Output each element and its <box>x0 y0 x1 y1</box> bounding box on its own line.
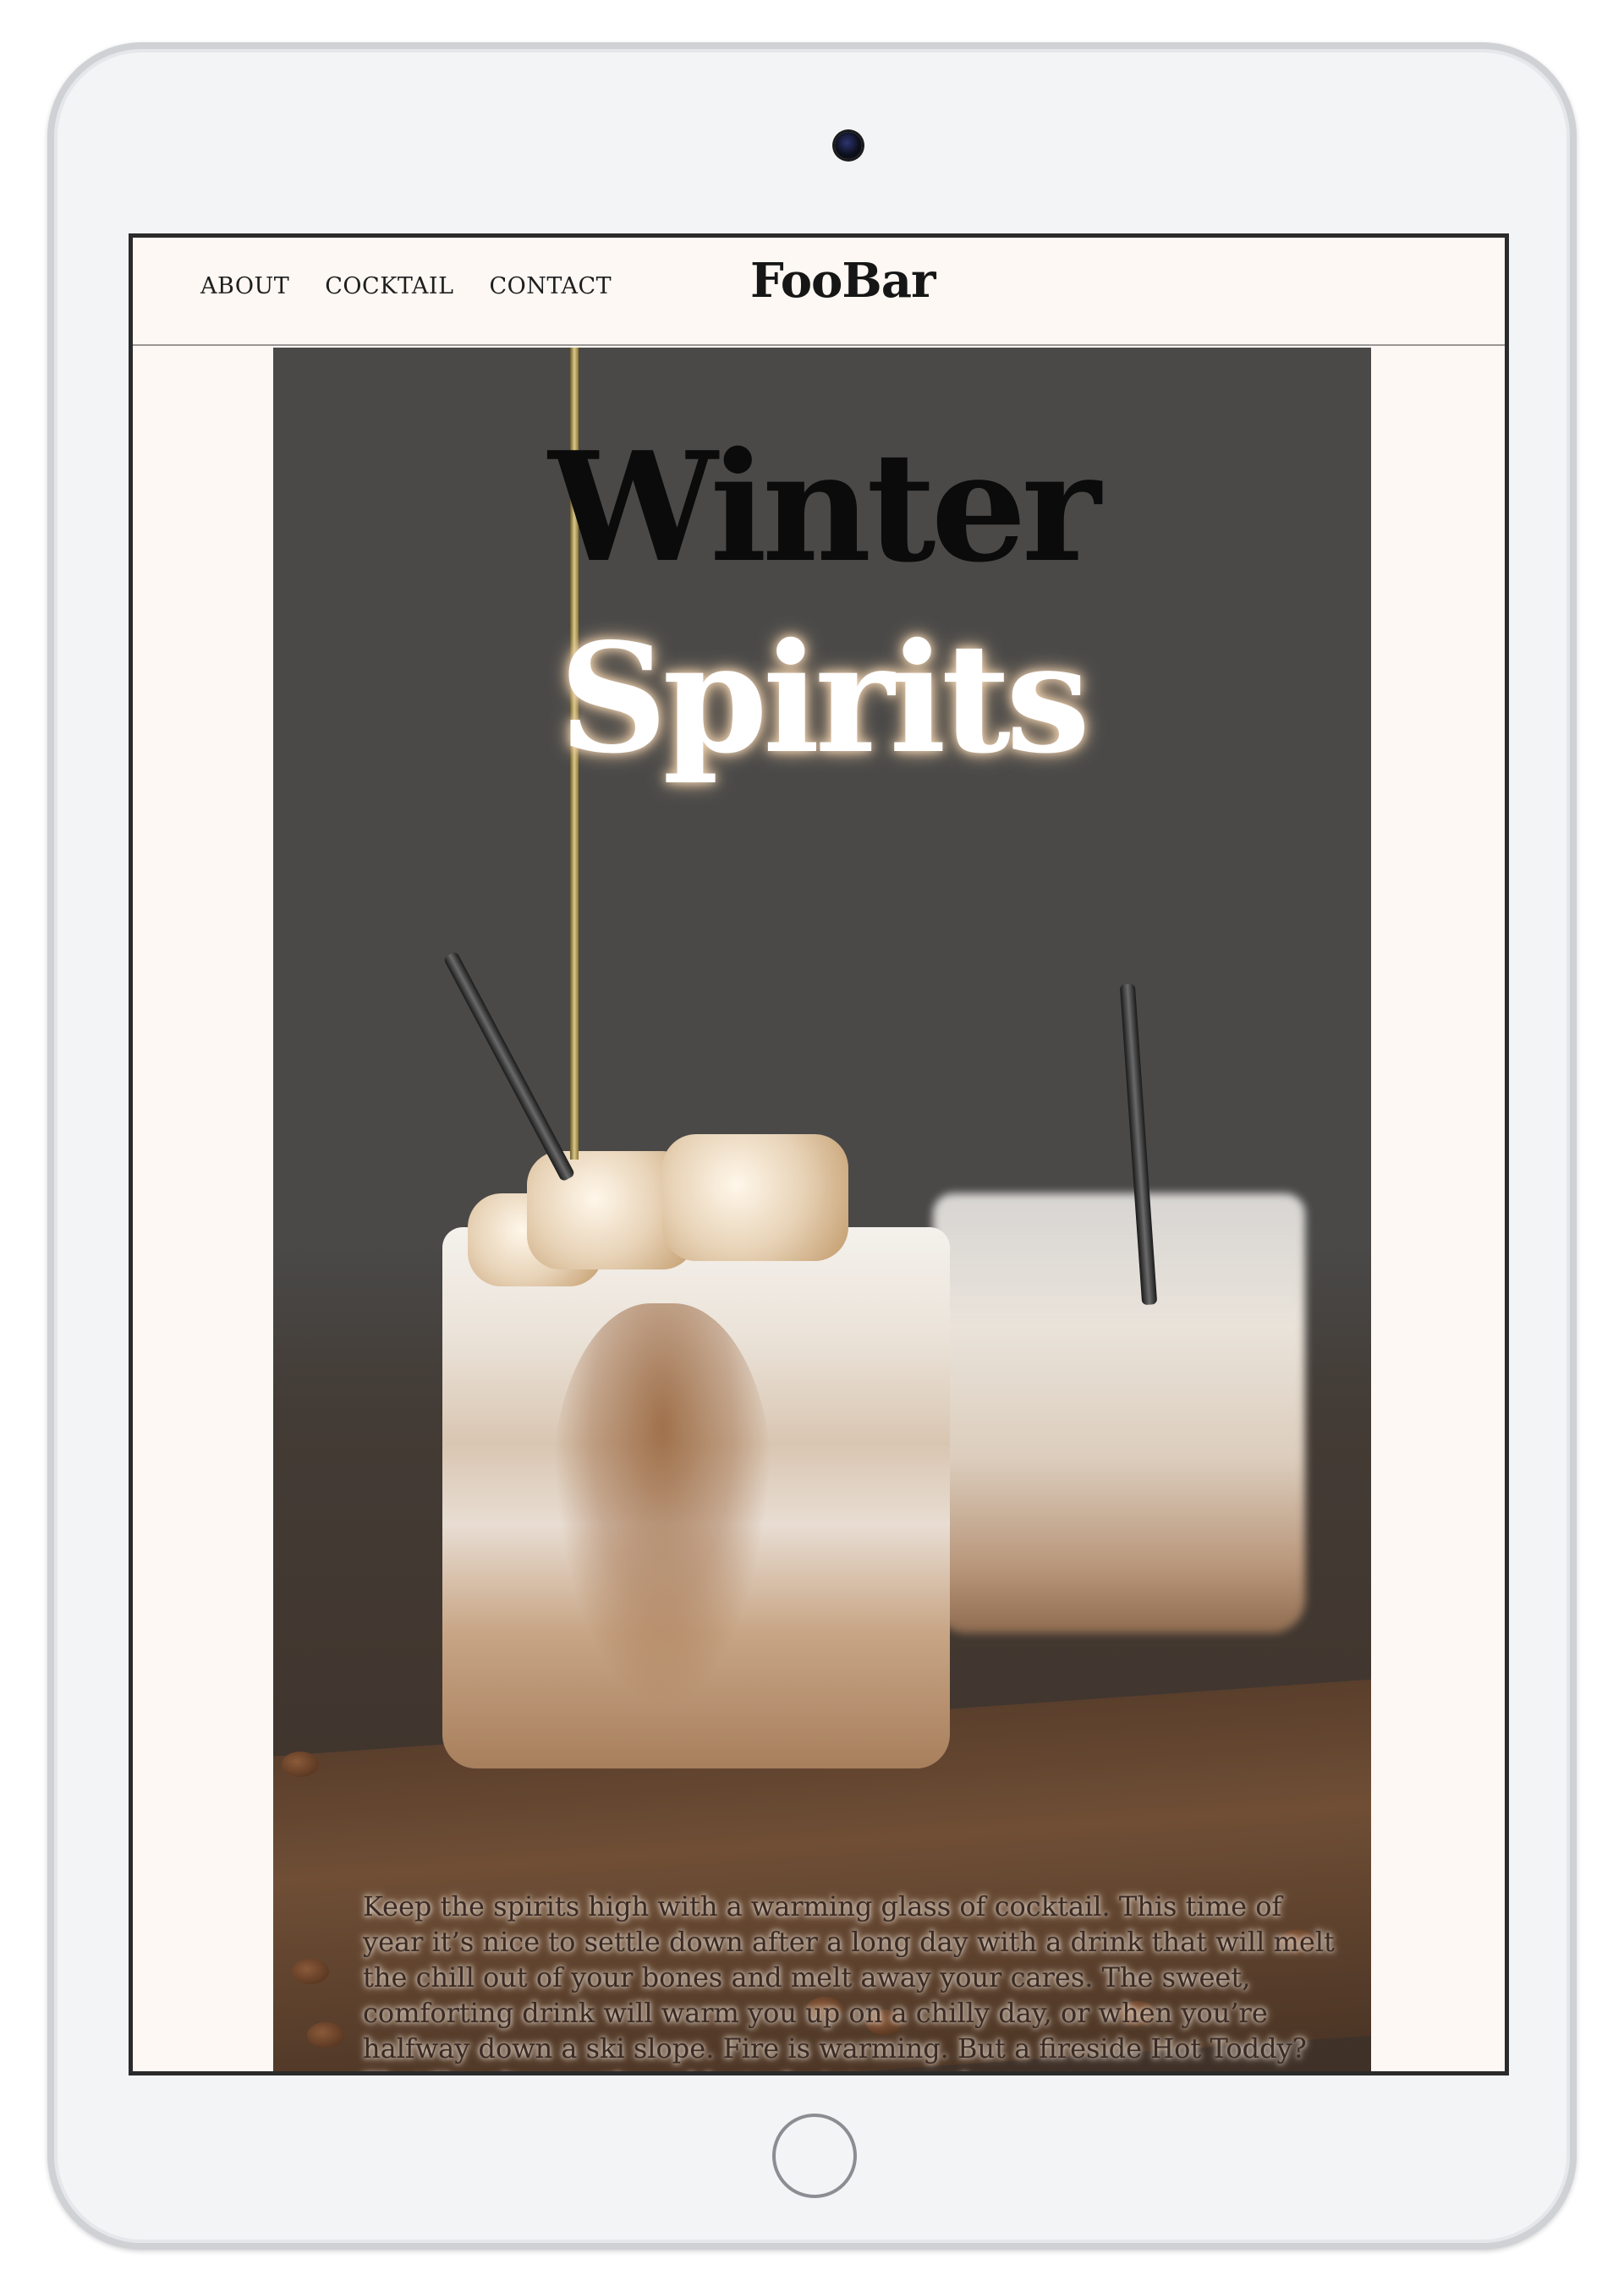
hero-title: Winter Spirits <box>273 432 1371 774</box>
coffee-swirl-decoration <box>552 1303 772 1709</box>
hero-title-line-1: Winter <box>548 419 1100 595</box>
home-button-icon[interactable] <box>772 2114 857 2198</box>
hero-body-text: Keep the spirits high with a warming gla… <box>363 1890 1335 2071</box>
nav-link-about[interactable]: ABOUT <box>200 273 289 299</box>
coffee-bean-decoration <box>292 1959 329 1984</box>
hero-title-line-2: Spirits <box>558 610 1090 787</box>
ice-cube-decoration <box>662 1134 848 1261</box>
left-straw-decoration <box>442 951 576 1182</box>
tablet-frame: ABOUT COCKTAIL CONTACT FooBar Winter Spi… <box>47 42 1577 2250</box>
screen: ABOUT COCKTAIL CONTACT FooBar Winter Spi… <box>129 233 1509 2075</box>
nav-links: ABOUT COCKTAIL CONTACT <box>200 273 612 299</box>
site-logo[interactable]: FooBar <box>750 253 936 309</box>
nav-link-contact[interactable]: CONTACT <box>490 273 612 299</box>
hero-image: Winter Spirits Keep the spirits high wit… <box>273 348 1371 2071</box>
camera-icon <box>835 132 862 159</box>
top-nav: ABOUT COCKTAIL CONTACT FooBar <box>133 238 1505 346</box>
coffee-bean-decoration <box>307 2022 344 2048</box>
nav-link-cocktail[interactable]: COCKTAIL <box>325 273 453 299</box>
coffee-bean-decoration <box>282 1752 319 1777</box>
back-glass-decoration <box>933 1193 1305 1633</box>
